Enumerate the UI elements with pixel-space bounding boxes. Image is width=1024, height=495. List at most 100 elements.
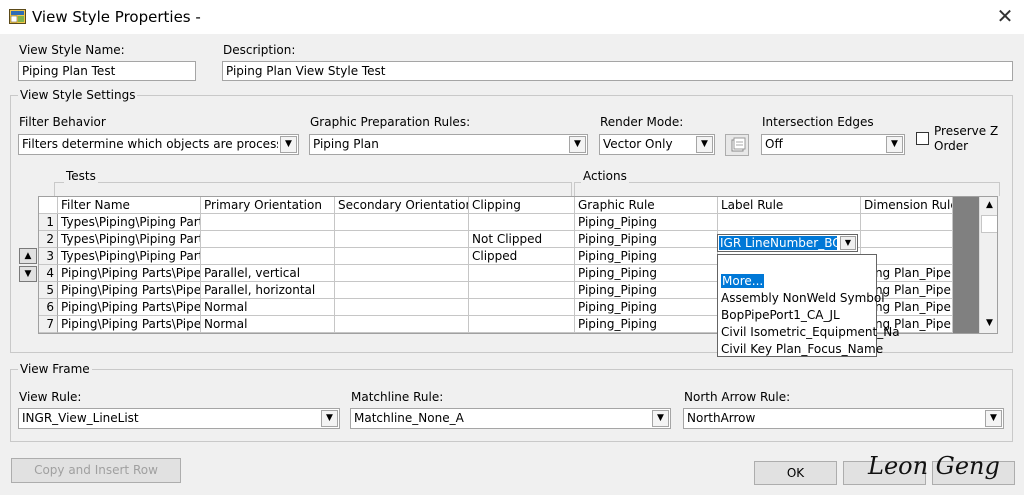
grid-vertical-scrollbar[interactable]: ▲ ▼	[979, 197, 997, 333]
cell-graphic-rule[interactable]: Piping_Piping	[575, 299, 718, 316]
render-mode-value: Vector Only	[603, 137, 673, 151]
column-header-primary-orientation[interactable]: Primary Orientation	[201, 197, 335, 214]
ok-button[interactable]: OK	[754, 461, 837, 485]
row-number[interactable]: 7	[39, 316, 58, 333]
chevron-down-icon[interactable]: ▼	[985, 410, 1002, 427]
cell-secondary-orientation[interactable]	[335, 265, 469, 282]
view-frame-group	[10, 369, 1013, 442]
dropdown-option[interactable]: Assembly NonWeld Symbol	[721, 291, 885, 306]
cell-graphic-rule[interactable]: Piping_Piping	[575, 282, 718, 299]
cell-graphic-rule[interactable]: Piping_Piping	[575, 214, 718, 231]
cell-secondary-orientation[interactable]	[335, 299, 469, 316]
cell-label-rule[interactable]	[718, 214, 861, 231]
cell-filter-name[interactable]: Types\Piping\Piping Parts	[58, 231, 201, 248]
cell-clipping[interactable]	[469, 265, 575, 282]
dropdown-option-label: More...	[721, 274, 765, 288]
cell-primary-orientation[interactable]: Normal	[201, 316, 335, 333]
cell-filter-name[interactable]: Piping\Piping Parts\Pipes	[58, 282, 201, 299]
row-number[interactable]: 3	[39, 248, 58, 265]
dropdown-option[interactable]: Civil Isometric_Equipment_Na	[721, 325, 900, 340]
render-mode-select[interactable]: Vector Only ▼	[599, 134, 715, 155]
cell-filter-name[interactable]: Piping\Piping Parts\Pipes	[58, 265, 201, 282]
cell-clipping[interactable]	[469, 214, 575, 231]
chevron-down-icon[interactable]: ▼	[652, 410, 669, 427]
filter-behavior-select[interactable]: Filters determine which objects are proc…	[18, 134, 299, 155]
matchline-rule-select[interactable]: Matchline_None_A ▼	[350, 408, 671, 429]
copy-insert-row-button[interactable]: Copy and Insert Row	[11, 458, 181, 483]
move-row-up-button[interactable]: ▲	[19, 248, 37, 264]
graphic-preparation-value: Piping Plan	[313, 137, 379, 151]
graphic-preparation-select[interactable]: Piping Plan ▼	[309, 134, 588, 155]
render-properties-button[interactable]	[725, 134, 749, 156]
cell-graphic-rule[interactable]: Piping_Piping	[575, 231, 718, 248]
column-header-clipping[interactable]: Clipping	[469, 197, 575, 214]
cell-primary-orientation[interactable]	[201, 231, 335, 248]
north-arrow-rule-select[interactable]: NorthArrow ▼	[683, 408, 1004, 429]
column-header-filter-name[interactable]: Filter Name	[58, 197, 201, 214]
cell-primary-orientation[interactable]	[201, 214, 335, 231]
cell-primary-orientation[interactable]: Parallel, horizontal	[201, 282, 335, 299]
cell-secondary-orientation[interactable]	[335, 214, 469, 231]
column-header-graphic-rule[interactable]: Graphic Rule	[575, 197, 718, 214]
grid-empty-area	[953, 197, 979, 333]
row-number[interactable]: 1	[39, 214, 58, 231]
intersection-edges-select[interactable]: Off ▼	[761, 134, 905, 155]
cell-graphic-rule[interactable]: Piping_Piping	[575, 248, 718, 265]
description-input[interactable]: Piping Plan View Style Test	[222, 61, 1013, 81]
cell-filter-name[interactable]: Types\Piping\Piping Parts	[58, 248, 201, 265]
view-style-app-icon	[9, 9, 26, 24]
label-rule-dropdown-list: More... Assembly NonWeld Symbol BopPipeP…	[717, 254, 900, 357]
cell-clipping[interactable]	[469, 299, 575, 316]
cell-filter-name[interactable]: Piping\Piping Parts\Pipes	[58, 316, 201, 333]
cell-primary-orientation[interactable]	[201, 248, 335, 265]
north-arrow-rule-label: North Arrow Rule:	[684, 390, 791, 404]
chevron-down-icon[interactable]: ▼	[696, 136, 713, 153]
preserve-z-order-checkbox[interactable]	[916, 132, 929, 145]
scroll-thumb[interactable]	[981, 215, 997, 233]
label-rule-active-select[interactable]: IGR LineNumber_BOP ▼	[717, 234, 858, 252]
cell-clipping[interactable]: Not Clipped	[469, 231, 575, 248]
dropdown-option[interactable]: Civil Key Plan_Focus_Name	[721, 342, 883, 357]
move-row-down-button[interactable]: ▼	[19, 266, 37, 282]
preserve-z-order-label-line1: Preserve Z	[934, 124, 999, 138]
cell-dimension-rule[interactable]	[861, 214, 953, 231]
cell-graphic-rule[interactable]: Piping_Piping	[575, 265, 718, 282]
chevron-down-icon[interactable]: ▼	[321, 410, 338, 427]
chevron-down-icon[interactable]: ▼	[569, 136, 586, 153]
cell-secondary-orientation[interactable]	[335, 248, 469, 265]
cell-clipping[interactable]: Clipped	[469, 248, 575, 265]
cell-secondary-orientation[interactable]	[335, 282, 469, 299]
chevron-down-icon[interactable]: ▼	[840, 236, 856, 250]
column-header-secondary-orientation[interactable]: Secondary Orientation	[335, 197, 469, 214]
properties-icon	[731, 137, 746, 152]
cell-clipping[interactable]	[469, 282, 575, 299]
view-style-settings-label: View Style Settings	[18, 88, 138, 102]
cell-graphic-rule[interactable]: Piping_Piping	[575, 316, 718, 333]
cell-filter-name[interactable]: Piping\Piping Parts\Pipes	[58, 299, 201, 316]
cell-dimension-rule[interactable]	[861, 231, 953, 248]
cell-primary-orientation[interactable]: Normal	[201, 299, 335, 316]
cell-primary-orientation[interactable]: Parallel, vertical	[201, 265, 335, 282]
chevron-down-icon[interactable]: ▼	[280, 136, 297, 153]
scroll-up-icon[interactable]: ▲	[980, 197, 997, 214]
filter-behavior-value: Filters determine which objects are proc…	[22, 137, 278, 151]
view-rule-label: View Rule:	[19, 390, 82, 404]
column-header-label-rule[interactable]: Label Rule	[718, 197, 861, 214]
cell-secondary-orientation[interactable]	[335, 316, 469, 333]
close-icon[interactable]: ✕	[994, 5, 1016, 27]
row-number[interactable]: 2	[39, 231, 58, 248]
view-rule-select[interactable]: INGR_View_LineList ▼	[18, 408, 340, 429]
row-number[interactable]: 6	[39, 299, 58, 316]
row-number[interactable]: 5	[39, 282, 58, 299]
dropdown-option[interactable]: BopPipePort1_CA_JL	[721, 308, 840, 323]
dropdown-option-more[interactable]: More...	[721, 274, 765, 289]
view-style-name-input[interactable]: Piping Plan Test	[18, 61, 196, 81]
description-label: Description:	[223, 43, 296, 57]
chevron-down-icon[interactable]: ▼	[886, 136, 903, 153]
cell-clipping[interactable]	[469, 316, 575, 333]
cell-filter-name[interactable]: Types\Piping\Piping Parts	[58, 214, 201, 231]
column-header-dimension-rule[interactable]: Dimension Rule	[861, 197, 953, 214]
scroll-down-icon[interactable]: ▼	[980, 315, 997, 332]
cell-secondary-orientation[interactable]	[335, 231, 469, 248]
row-number[interactable]: 4	[39, 265, 58, 282]
